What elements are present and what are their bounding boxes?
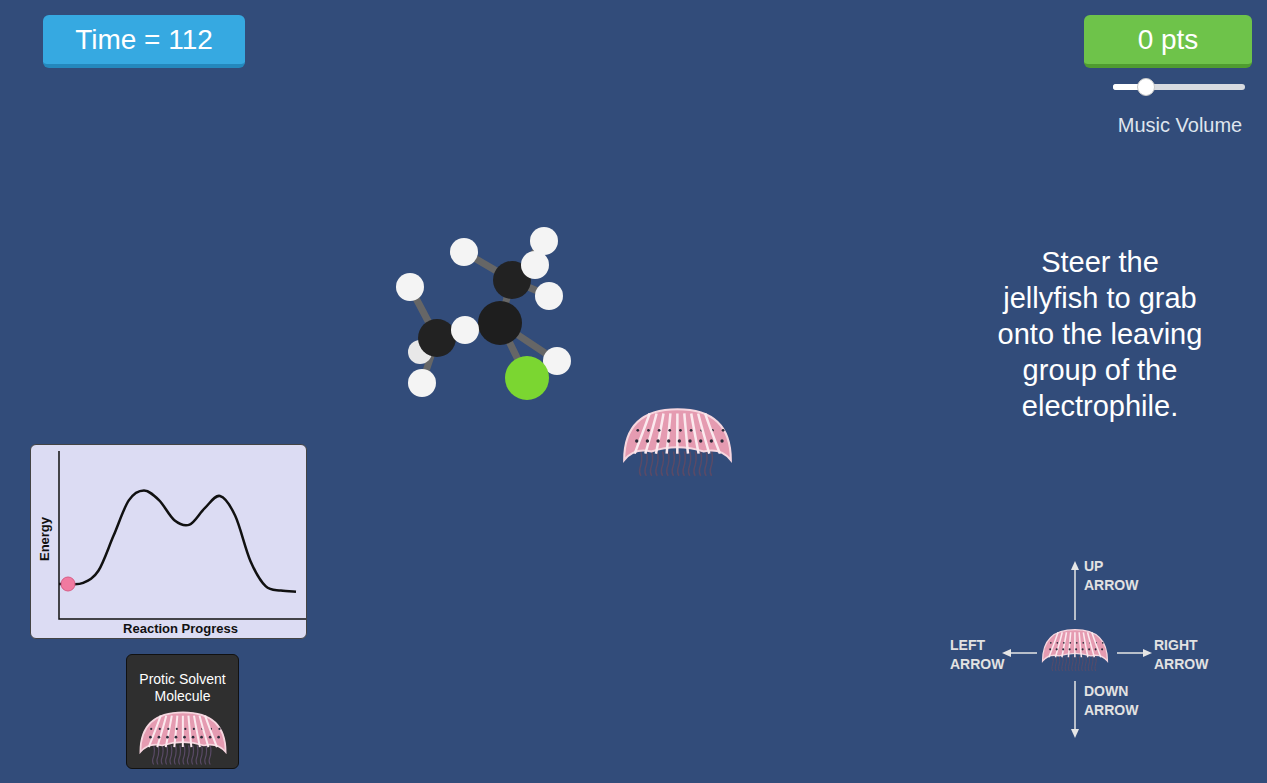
instruction-line: electrophile. bbox=[1022, 388, 1178, 424]
control-label: UP ARROW bbox=[1084, 557, 1138, 595]
progress-dot bbox=[61, 577, 75, 591]
arrow-up-icon bbox=[1071, 561, 1079, 620]
instruction-line: onto the leaving bbox=[998, 316, 1203, 352]
game-screen: Time = 112 0 pts Music Volume bbox=[0, 0, 1267, 783]
instruction-line: Steer the bbox=[1041, 244, 1159, 280]
instruction-line: jellyfish to grab bbox=[1003, 280, 1196, 316]
x-axis-label: Reaction Progress bbox=[59, 619, 302, 639]
energy-diagram: Energy Reaction Progress bbox=[30, 444, 307, 639]
chart-axes bbox=[59, 451, 306, 619]
arrow-left-icon bbox=[1002, 649, 1037, 657]
arrow-down-icon bbox=[1071, 681, 1079, 738]
y-axis-label: Energy bbox=[35, 517, 55, 561]
instruction-text: Steer thejellyfish to grabonto the leavi… bbox=[960, 244, 1240, 424]
music-volume-label: Music Volume bbox=[1100, 110, 1260, 140]
control-label: LEFT ARROW bbox=[950, 636, 1004, 674]
score-text: 0 pts bbox=[1138, 19, 1199, 61]
controls-legend: UP ARROW LEFT ARROW RIGHT ARROW DOWN ARROW bbox=[940, 555, 1220, 745]
player-jellyfish-icon bbox=[620, 405, 735, 479]
volume-knob[interactable] bbox=[1137, 78, 1155, 96]
jellyfish-icon bbox=[137, 709, 229, 767]
music-volume-slider[interactable] bbox=[1113, 84, 1245, 90]
energy-chart bbox=[31, 445, 308, 640]
control-label: DOWN ARROW bbox=[1084, 682, 1138, 720]
arrow-right-icon bbox=[1117, 649, 1152, 657]
control-label: RIGHT ARROW bbox=[1154, 636, 1208, 674]
jellyfish-icon bbox=[1040, 627, 1110, 673]
solvent-card: Protic Solvent Molecule bbox=[126, 654, 239, 769]
score-badge: 0 pts bbox=[1084, 15, 1252, 68]
time-text: Time = 112 bbox=[75, 19, 213, 61]
electrophile-molecule bbox=[0, 0, 700, 450]
solvent-label: Protic Solvent Molecule bbox=[131, 671, 234, 705]
instruction-line: group of the bbox=[1023, 352, 1178, 388]
time-badge: Time = 112 bbox=[43, 15, 245, 68]
energy-curve bbox=[68, 491, 296, 592]
